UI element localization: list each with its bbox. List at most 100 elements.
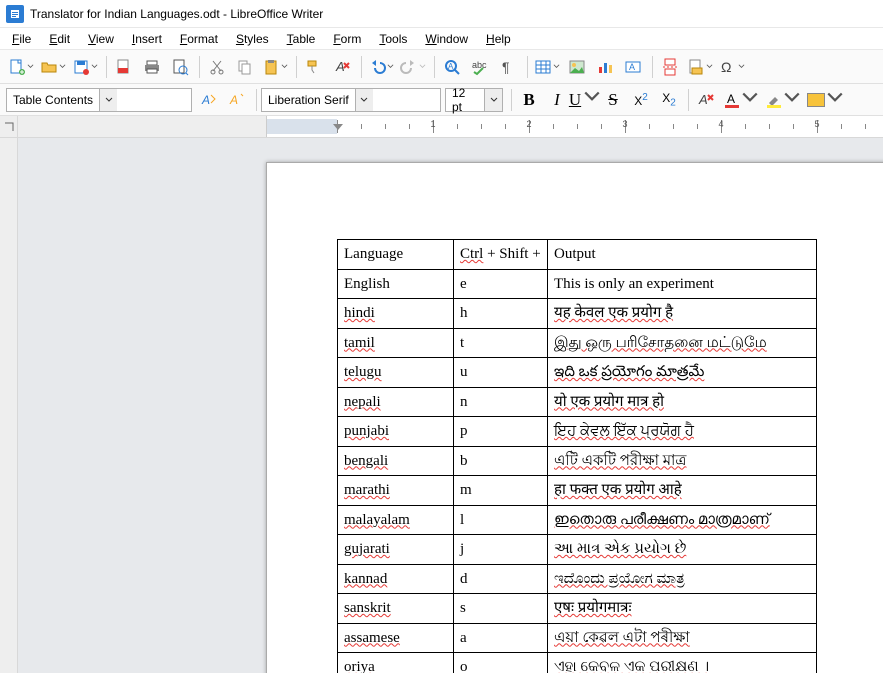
key-cell[interactable]: a [454,623,548,653]
export-pdf-button[interactable] [111,54,137,80]
document-page[interactable]: LanguageCtrl + Shift +OutputEnglisheThis… [266,162,883,673]
key-cell[interactable]: s [454,594,548,624]
paragraph-style-combo[interactable]: Table Contents [6,88,192,112]
lang-cell[interactable]: gujarati [338,535,454,565]
copy-button[interactable] [232,54,258,80]
formatting-marks-button[interactable]: ¶ [495,54,521,80]
page-break-button[interactable] [657,54,683,80]
output-cell[interactable]: ಇದೊಂದು ಪ್ರಯೋಗ ಮಾತ್ರ [548,564,817,594]
lang-cell[interactable]: telugu [338,358,454,388]
ruler-corner-icon[interactable] [0,116,18,137]
find-button[interactable]: A [439,54,465,80]
indent-marker-icon[interactable] [333,123,343,137]
spellcheck-button[interactable]: abc [467,54,493,80]
menu-insert[interactable]: Insert [124,30,170,48]
key-cell[interactable]: e [454,269,548,299]
vertical-ruler[interactable] [0,138,18,673]
output-cell[interactable]: यो एक प्रयोग मात्र हो [548,387,817,417]
output-cell[interactable]: यह केवल एक प्रयोग है [548,299,817,329]
key-cell[interactable]: o [454,653,548,673]
lang-cell[interactable]: kannad [338,564,454,594]
key-cell[interactable]: u [454,358,548,388]
key-cell[interactable]: h [454,299,548,329]
lang-cell[interactable]: oriya [338,653,454,673]
dropdown-icon[interactable] [355,89,373,111]
output-cell[interactable]: આ માત્ર એક પ્રયોગ છે [548,535,817,565]
menu-tools[interactable]: Tools [371,30,415,48]
lang-cell[interactable]: nepali [338,387,454,417]
menu-edit[interactable]: Edit [41,30,78,48]
lang-cell[interactable]: tamil [338,328,454,358]
dropdown-icon[interactable] [484,89,502,111]
undo-button[interactable] [366,54,396,80]
print-preview-button[interactable] [167,54,193,80]
menu-styles[interactable]: Styles [228,30,277,48]
menu-window[interactable]: Window [417,30,476,48]
paste-button[interactable] [260,54,290,80]
output-cell[interactable]: এয়া কেৱল এটা পৰীক্ষা [548,623,817,653]
insert-field-button[interactable] [685,54,715,80]
key-cell[interactable]: n [454,387,548,417]
strikethrough-button[interactable]: S [600,87,626,113]
key-cell[interactable]: j [454,535,548,565]
insert-textbox-button[interactable]: A [620,54,646,80]
subscript-button[interactable]: X2 [656,87,682,113]
output-cell[interactable]: ଏହା କେବଳ ଏକ ପରୀକ୍ଷଣ । [548,653,817,673]
output-cell[interactable]: இது ஒரு பரிசோதனை மட்டுமே [548,328,817,358]
print-button[interactable] [139,54,165,80]
key-cell[interactable]: t [454,328,548,358]
italic-button[interactable]: I [544,87,570,113]
lang-cell[interactable]: punjabi [338,417,454,447]
lang-cell[interactable]: assamese [338,623,454,653]
key-cell[interactable]: l [454,505,548,535]
menu-format[interactable]: Format [172,30,226,48]
new-button[interactable] [6,54,36,80]
lang-cell[interactable]: hindi [338,299,454,329]
key-cell[interactable]: m [454,476,548,506]
lang-cell[interactable]: malayalam [338,505,454,535]
superscript-button[interactable]: X2 [628,87,654,113]
header-cell[interactable]: Language [338,240,454,270]
menu-table[interactable]: Table [279,30,324,48]
save-button[interactable] [70,54,100,80]
font-color-button[interactable]: A [721,87,761,113]
output-cell[interactable]: एषः प्रयोगमात्रः [548,594,817,624]
lang-cell[interactable]: marathi [338,476,454,506]
bold-button[interactable]: B [516,87,542,113]
lang-cell[interactable]: sanskrit [338,594,454,624]
key-cell[interactable]: b [454,446,548,476]
key-cell[interactable]: d [454,564,548,594]
update-style-button[interactable]: A [196,87,222,113]
output-cell[interactable]: This is only an experiment [548,269,817,299]
menu-file[interactable]: File [4,30,39,48]
key-cell[interactable]: p [454,417,548,447]
cut-button[interactable] [204,54,230,80]
menu-help[interactable]: Help [478,30,519,48]
insert-symbol-button[interactable]: Ω [717,54,747,80]
new-style-button[interactable]: A [224,87,250,113]
font-name-combo[interactable]: Liberation Serif [261,88,441,112]
lang-cell[interactable]: English [338,269,454,299]
translator-table[interactable]: LanguageCtrl + Shift +OutputEnglisheThis… [337,239,817,673]
menu-form[interactable]: Form [325,30,369,48]
clear-formatting-button[interactable]: A [329,54,355,80]
output-cell[interactable]: এটি একটি পরীক্ষা মাত্র [548,446,817,476]
clone-formatting-button[interactable] [301,54,327,80]
header-cell[interactable]: Output [548,240,817,270]
dropdown-icon[interactable] [99,89,117,111]
redo-button[interactable] [398,54,428,80]
highlight-color-button[interactable] [763,87,803,113]
insert-image-button[interactable] [564,54,590,80]
output-cell[interactable]: हा फक्त एक प्रयोग आहे [548,476,817,506]
insert-table-button[interactable] [532,54,562,80]
open-button[interactable] [38,54,68,80]
underline-button[interactable]: U [572,87,598,113]
output-cell[interactable]: ఇది ఒక ప్రయోగం మాత్రమే [548,358,817,388]
clear-formatting-button[interactable]: A [693,87,719,113]
output-cell[interactable]: ഇതൊരു പരീക്ഷണം മാത്രമാണ് [548,505,817,535]
font-size-combo[interactable]: 12 pt [445,88,503,112]
horizontal-ruler[interactable]: 1234567 [266,116,883,137]
insert-chart-button[interactable] [592,54,618,80]
menu-view[interactable]: View [80,30,122,48]
character-highlight-button[interactable] [805,87,846,113]
